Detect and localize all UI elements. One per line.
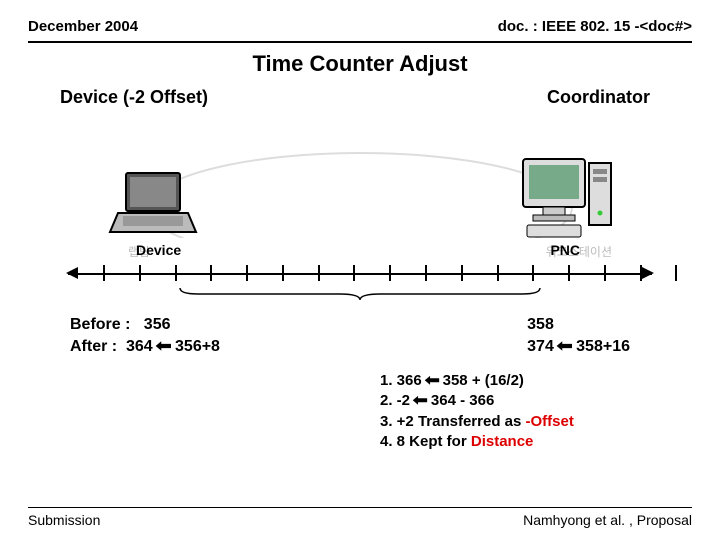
axis-tick <box>425 265 427 281</box>
axis-arrow-right <box>642 267 654 279</box>
axis-tick <box>675 265 677 281</box>
axis-tick <box>389 265 391 281</box>
axis-tick <box>353 265 355 281</box>
axis-tick <box>175 265 177 281</box>
axis-tick <box>532 265 534 281</box>
page-title: Time Counter Adjust <box>0 51 720 77</box>
axis-device-label: Device <box>136 242 181 258</box>
axis-tick <box>210 265 212 281</box>
axis-pnc-label: PNC <box>550 242 580 258</box>
leftarrow-icon: ⬅ <box>557 336 573 358</box>
axis-tick <box>282 265 284 281</box>
diagram-stage: 랩탑 Device 워크스테이션 PNC <box>28 108 692 308</box>
values-coordinator: 358 374 ⬅ 358+16 <box>527 314 630 357</box>
axis-tick <box>640 265 642 281</box>
header-docref: doc. : IEEE 802. 15 -<doc#> <box>498 18 692 35</box>
values-device: Before : 356 After : 364 ⬅ 356+8 <box>70 314 220 357</box>
role-coordinator: Coordinator <box>547 87 650 108</box>
role-device: Device (-2 Offset) <box>60 87 208 108</box>
axis-tick <box>246 265 248 281</box>
axis-tick <box>461 265 463 281</box>
laptop-icon <box>108 168 198 243</box>
axis-tick <box>568 265 570 281</box>
axis-tick <box>497 265 499 281</box>
pc-icon <box>517 153 617 248</box>
footer-left: Submission <box>28 512 100 528</box>
axis-tick <box>103 265 105 281</box>
axis-tick <box>318 265 320 281</box>
axis-tick <box>604 265 606 281</box>
axis-tick <box>139 265 141 281</box>
link-ellipse <box>138 138 582 238</box>
axis-brace <box>178 286 542 300</box>
leftarrow-icon: ⬅ <box>156 336 172 358</box>
notes-list: 1. 366 ⬅ 358 + (16/2) 2. -2 ⬅ 364 - 366 … <box>0 371 690 452</box>
footer: Submission Namhyong et al. , Proposal <box>28 507 692 528</box>
footer-right: Namhyong et al. , Proposal <box>523 512 692 528</box>
header-date: December 2004 <box>28 18 138 35</box>
header-rule <box>28 41 692 43</box>
